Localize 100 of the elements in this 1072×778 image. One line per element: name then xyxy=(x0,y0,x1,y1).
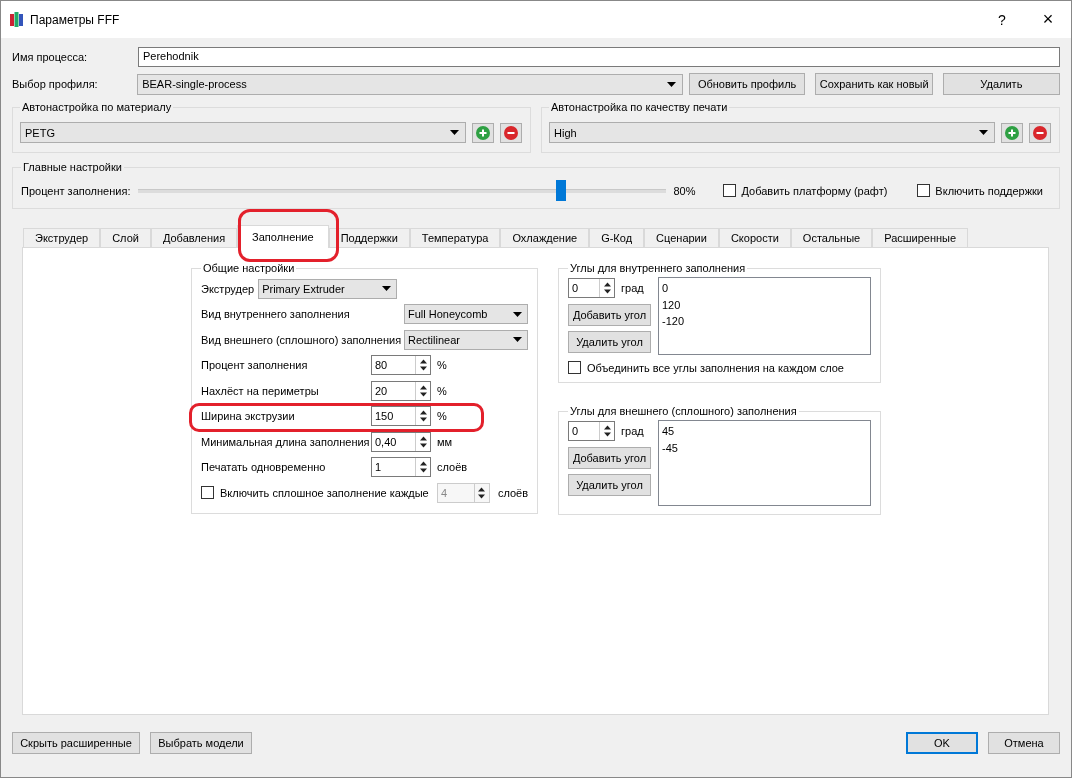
group-title: Общие настройки xyxy=(202,262,296,274)
angle-list[interactable]: 0 120 -120 xyxy=(658,277,871,355)
footer-button[interactable]: Скрыть расширенные xyxy=(12,732,140,754)
field-label: Выбор профиля: xyxy=(12,78,99,90)
profile-button[interactable]: Обновить профиль xyxy=(689,73,805,95)
spin-arrows-icon xyxy=(478,485,486,500)
minus-icon xyxy=(504,125,518,140)
add-button[interactable] xyxy=(472,122,494,143)
tab[interactable]: Экструдер xyxy=(23,228,101,247)
unit-label: % xyxy=(437,410,447,423)
field-label: Вид внутреннего заполнения xyxy=(201,308,350,321)
cancel-button[interactable]: Отмена xyxy=(988,732,1060,754)
tab[interactable]: Расширенные xyxy=(872,228,969,247)
tab[interactable]: Температура xyxy=(409,228,501,247)
tab[interactable]: Скорости xyxy=(718,228,791,247)
tab[interactable]: Заполнение xyxy=(237,225,329,248)
ok-button[interactable]: OK xyxy=(906,732,978,754)
angle-button[interactable]: Добавить угол xyxy=(568,304,651,326)
process-name-field[interactable]: Perehodnik xyxy=(138,47,1060,67)
preset-dropdown[interactable]: High xyxy=(549,122,995,143)
list-item[interactable]: 0 xyxy=(662,280,867,297)
tab[interactable]: Поддержки xyxy=(328,228,410,247)
tab[interactable]: G-Код xyxy=(589,228,645,247)
field-label: Процент заполнения xyxy=(201,359,308,372)
list-item[interactable]: 45 xyxy=(662,423,867,440)
tab[interactable]: Слой xyxy=(100,228,151,247)
field-label: Нахлёст на периметры xyxy=(201,384,319,397)
slider-thumb[interactable] xyxy=(555,179,566,201)
help-button[interactable]: ? xyxy=(979,11,1025,28)
spin-box[interactable]: 0 xyxy=(568,421,615,441)
spin-box[interactable]: 80 xyxy=(371,355,431,376)
spin-box[interactable]: 0,40 xyxy=(371,431,431,452)
tab[interactable]: Добавления xyxy=(150,228,238,247)
group-title: Автонастройка по качеству печати xyxy=(550,101,729,113)
plus-icon xyxy=(476,125,490,140)
caret-icon xyxy=(513,337,522,343)
spin-arrows-icon xyxy=(419,358,427,373)
checkbox-label: Добавить платформу (рафт) xyxy=(741,184,888,197)
preset-dropdown[interactable]: PETG xyxy=(20,122,466,143)
angle-list[interactable]: 45 -45 xyxy=(658,420,871,506)
checkbox[interactable] xyxy=(723,184,737,197)
field-label: Ширина экструзии xyxy=(201,410,295,423)
plus-icon xyxy=(1005,125,1019,140)
spin-box[interactable]: 0 xyxy=(568,278,615,298)
group-title: Автонастройка по материалу xyxy=(21,101,173,113)
caret-icon xyxy=(382,286,392,292)
field-label: Экструдер xyxy=(201,282,255,295)
unit-label: мм xyxy=(437,435,453,448)
spin-arrows-icon xyxy=(603,281,611,295)
list-item[interactable]: 120 xyxy=(662,296,867,313)
tab[interactable]: Остальные xyxy=(790,228,873,247)
field-label: Вид внешнего (сплошного) заполнения xyxy=(201,333,402,346)
checkbox[interactable] xyxy=(568,361,581,374)
unit-label: град xyxy=(621,425,644,437)
spin-box[interactable]: 20 xyxy=(371,380,431,401)
caret-icon xyxy=(979,130,988,135)
spin-arrows-icon xyxy=(419,383,427,398)
spin-arrows-icon xyxy=(419,434,427,449)
field-label: Печатать одновременно xyxy=(201,461,326,474)
remove-button[interactable] xyxy=(1029,122,1051,143)
profile-button[interactable]: Удалить xyxy=(942,73,1060,95)
spin-arrows-icon xyxy=(603,424,611,438)
remove-button[interactable] xyxy=(500,122,522,143)
dropdown[interactable]: Full Honeycomb xyxy=(404,304,528,325)
caret-icon xyxy=(667,81,677,87)
list-item[interactable]: -120 xyxy=(662,313,867,330)
dropdown[interactable]: Primary Extruder xyxy=(258,278,398,299)
profile-dropdown[interactable]: BEAR-single-process xyxy=(137,73,684,95)
checkbox[interactable] xyxy=(917,184,931,197)
app-icon xyxy=(10,12,23,27)
caret-icon xyxy=(513,311,522,317)
profile-button[interactable]: Сохранить как новый xyxy=(814,73,933,95)
spin-box[interactable]: 150 xyxy=(371,406,431,427)
group-title: Главные настройки xyxy=(22,161,123,173)
group-title: Углы для внутреннего заполнения xyxy=(569,262,747,274)
window-title: Параметры FFF xyxy=(30,12,121,27)
minus-icon xyxy=(1033,125,1047,140)
angle-button[interactable]: Добавить угол xyxy=(568,447,651,469)
caret-icon xyxy=(450,130,459,135)
spin-arrows-icon xyxy=(419,460,427,475)
unit-label: % xyxy=(437,384,447,397)
checkbox-label: Включить сплошное заполнение каждые xyxy=(220,486,429,499)
field-label: Минимальная длина заполнения xyxy=(201,435,370,448)
unit-label: град xyxy=(621,282,644,294)
angle-button[interactable]: Удалить угол xyxy=(568,474,651,496)
footer-button[interactable]: Выбрать модели xyxy=(150,732,252,754)
dropdown[interactable]: Rectilinear xyxy=(404,329,528,350)
tab[interactable]: Сценарии xyxy=(644,228,719,247)
unit-label: слоёв xyxy=(497,486,528,499)
close-button[interactable]: × xyxy=(1025,9,1071,30)
spin-arrows-icon xyxy=(419,409,427,424)
add-button[interactable] xyxy=(1001,122,1023,143)
checkbox-label: Объединить все углы заполнения на каждом слое xyxy=(587,361,844,374)
tab[interactable]: Охлаждение xyxy=(500,228,590,247)
unit-label: слоёв xyxy=(437,461,468,474)
list-item[interactable]: -45 xyxy=(662,439,867,456)
spin-box[interactable]: 1 xyxy=(371,457,431,478)
angle-button[interactable]: Удалить угол xyxy=(568,331,651,353)
group-title: Углы для внешнего (сплошного) заполнения xyxy=(569,405,798,417)
slider-value: 80% xyxy=(673,184,697,197)
